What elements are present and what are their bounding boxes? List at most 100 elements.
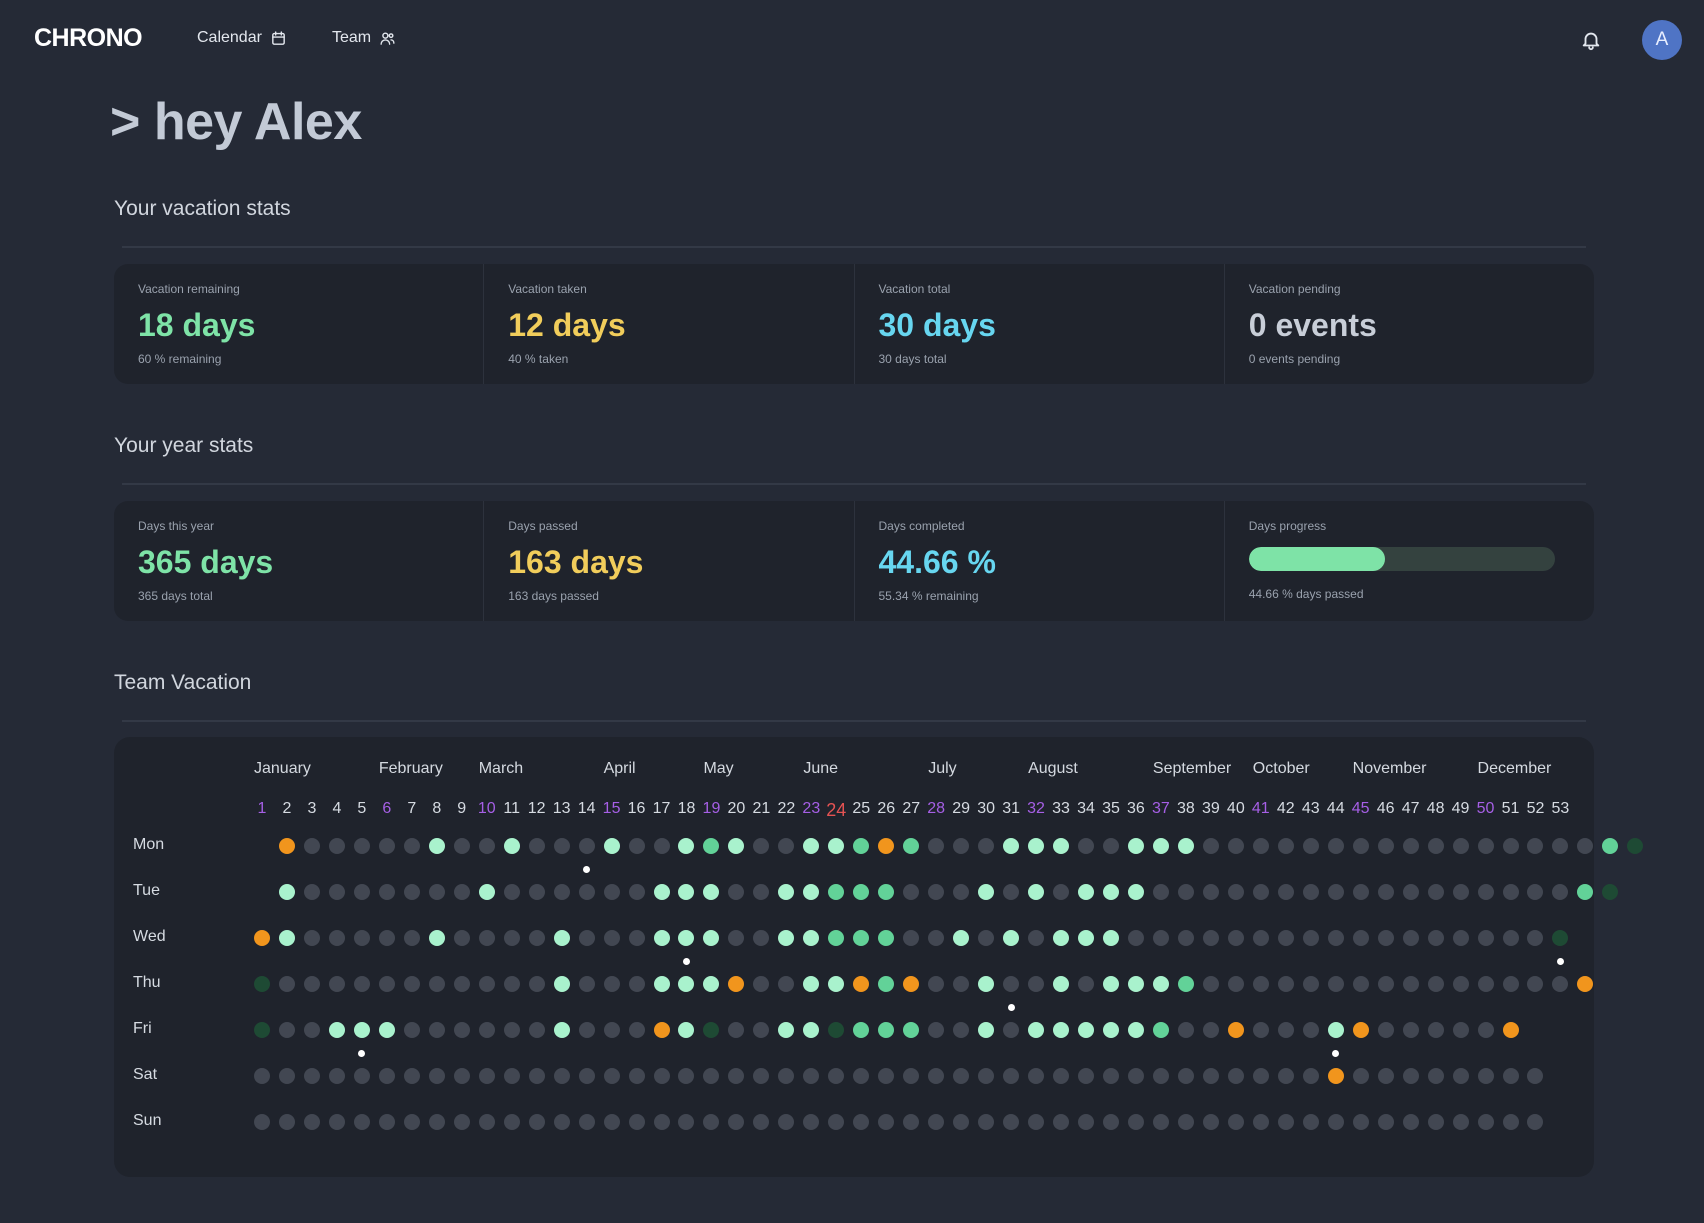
day-dot[interactable] [1202,1068,1219,1084]
day-dot[interactable] [653,930,670,946]
day-dot[interactable] [1102,838,1119,854]
day-dot[interactable] [728,884,745,900]
day-dot[interactable] [1078,884,1094,900]
day-dot[interactable] [1452,1114,1469,1130]
day-dot[interactable] [1527,884,1544,900]
day-dot[interactable] [903,930,920,946]
day-dot[interactable] [1527,1068,1544,1084]
day-dot[interactable] [953,884,970,900]
day-dot[interactable] [753,1114,770,1130]
day-dot[interactable] [978,1022,995,1038]
day-dot[interactable] [878,930,895,946]
day-dot[interactable] [728,976,745,992]
day-dot[interactable] [503,884,520,900]
day-dot[interactable] [1327,976,1344,992]
day-dot[interactable] [1277,930,1294,946]
day-dot[interactable] [503,1114,520,1130]
day-dot[interactable] [553,1022,570,1038]
day-dot[interactable] [1302,884,1319,900]
day-dot[interactable] [403,976,420,992]
day-dot[interactable] [978,838,995,854]
day-dot[interactable] [1102,1068,1119,1084]
day-dot[interactable] [1477,976,1494,992]
bell-icon[interactable] [1580,29,1602,51]
day-dot[interactable] [1028,930,1045,946]
day-dot[interactable] [278,838,295,854]
day-dot[interactable] [1003,930,1020,946]
day-dot[interactable] [1202,838,1219,854]
day-dot[interactable] [978,976,995,992]
day-dot[interactable] [303,930,320,946]
day-dot[interactable] [428,1068,445,1084]
day-dot[interactable] [728,930,745,946]
day-dot[interactable] [254,1022,270,1038]
day-dot[interactable] [1177,838,1194,854]
day-dot[interactable] [853,884,870,900]
day-dot[interactable] [653,884,670,900]
day-dot[interactable] [1352,930,1369,946]
day-dot[interactable] [628,1114,645,1130]
day-dot[interactable] [1177,930,1194,946]
day-dot[interactable] [1152,1068,1169,1084]
day-dot[interactable] [603,976,620,992]
day-dot[interactable] [478,930,495,946]
day-dot[interactable] [254,1114,270,1130]
day-dot[interactable] [1252,1068,1269,1084]
day-dot[interactable] [353,838,370,854]
day-dot[interactable] [1302,1022,1319,1038]
day-dot[interactable] [928,1114,945,1130]
day-dot[interactable] [828,1022,845,1038]
day-dot[interactable] [703,1022,720,1038]
day-dot[interactable] [1452,1022,1469,1038]
day-dot[interactable] [578,930,595,946]
day-dot[interactable] [1252,884,1269,900]
day-dot[interactable] [1152,1022,1169,1038]
day-dot[interactable] [1552,976,1569,992]
day-dot[interactable] [703,976,720,992]
day-dot[interactable] [1053,1114,1070,1130]
day-dot[interactable] [753,976,770,992]
day-dot[interactable] [903,838,920,854]
day-dot[interactable] [1053,976,1070,992]
day-dot[interactable] [828,930,845,946]
day-dot[interactable] [478,838,495,854]
day-dot[interactable] [928,930,945,946]
day-dot[interactable] [1078,976,1094,992]
day-dot[interactable] [528,884,545,900]
day-dot[interactable] [978,884,995,900]
day-dot[interactable] [678,1068,695,1084]
day-dot[interactable] [1577,838,1594,854]
day-dot[interactable] [953,1068,970,1084]
day-dot[interactable] [1452,930,1469,946]
day-dot[interactable] [1277,976,1294,992]
day-dot[interactable] [303,884,320,900]
day-dot[interactable] [528,976,545,992]
day-dot[interactable] [653,1114,670,1130]
day-dot[interactable] [1327,930,1344,946]
day-dot[interactable] [1202,1114,1219,1130]
day-dot[interactable] [953,930,970,946]
day-dot[interactable] [503,1022,520,1038]
day-dot[interactable] [1028,1114,1045,1130]
day-dot[interactable] [778,1114,795,1130]
day-dot[interactable] [1177,884,1194,900]
day-dot[interactable] [678,930,695,946]
day-dot[interactable] [353,930,370,946]
day-dot[interactable] [1402,1114,1419,1130]
day-dot[interactable] [1302,1068,1319,1084]
day-dot[interactable] [328,976,345,992]
day-dot[interactable] [528,1068,545,1084]
day-dot[interactable] [1327,884,1344,900]
day-dot[interactable] [378,838,395,854]
day-dot[interactable] [1427,884,1444,900]
day-dot[interactable] [778,976,795,992]
day-dot[interactable] [1127,1068,1144,1084]
day-dot[interactable] [1427,976,1444,992]
day-dot[interactable] [553,1068,570,1084]
day-dot[interactable] [1477,884,1494,900]
day-dot[interactable] [1078,1114,1094,1130]
day-dot[interactable] [1327,838,1344,854]
day-dot[interactable] [1102,930,1119,946]
day-dot[interactable] [303,1068,320,1084]
day-dot[interactable] [1152,838,1169,854]
